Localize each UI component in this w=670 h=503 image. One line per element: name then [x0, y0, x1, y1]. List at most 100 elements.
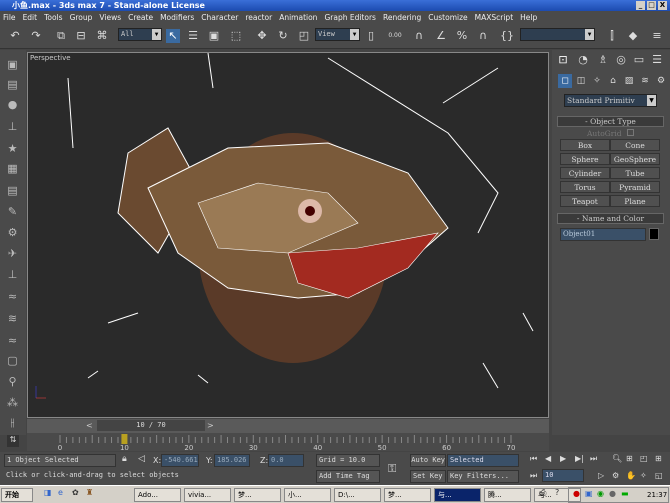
edit-named-selection-icon[interactable]: {}	[500, 29, 514, 43]
qq-icon[interactable]: ●	[573, 489, 580, 498]
close-button[interactable]: X	[658, 1, 667, 10]
zoom-extents-icon[interactable]: ◰	[640, 454, 648, 463]
time-config-icon[interactable]: ⚙	[612, 471, 619, 480]
menu-animation[interactable]: Animation	[279, 11, 317, 24]
taskbar-button[interactable]: vivia...	[184, 488, 231, 502]
create-plane-button[interactable]: Plane	[610, 195, 660, 207]
antivirus-icon[interactable]: ◉	[597, 489, 604, 498]
create-tab-icon[interactable]: ⊡	[556, 53, 570, 67]
create-teapot-button[interactable]: Teapot	[560, 195, 610, 207]
create-cylinder-button[interactable]: Cylinder	[560, 167, 610, 179]
named-selection-dropdown[interactable]: ▼	[520, 28, 595, 41]
start-button[interactable]: 开始	[1, 488, 33, 502]
motion-tab-icon[interactable]: ◎	[614, 53, 628, 67]
category-dropdown[interactable]: Standard Primitiv ▼	[564, 94, 657, 107]
wave-icon[interactable]: ≈	[5, 290, 20, 305]
ie-icon[interactable]: e	[58, 488, 63, 497]
spinner-snap-icon[interactable]: ∩	[476, 29, 490, 43]
quick-launch-icon[interactable]: ◨	[44, 488, 52, 497]
camera-icon[interactable]: ⚙	[5, 226, 20, 241]
x-coordinate-input[interactable]: -540.661	[161, 454, 199, 467]
absolute-mode-icon[interactable]: ◁	[138, 454, 145, 464]
layer-manager-icon[interactable]: ≡	[650, 29, 664, 43]
track-bar[interactable]: 0 10 20 30 40 50 60 70 ⇅	[7, 433, 549, 452]
menu-tools[interactable]: Tools	[44, 11, 62, 24]
key-filters-button[interactable]: Key Filters...	[447, 470, 519, 483]
lights-icon[interactable]: ✧	[590, 74, 604, 88]
create-sphere-button[interactable]: Sphere	[560, 153, 610, 165]
redo-icon[interactable]: ↷	[29, 29, 43, 43]
modify-tab-icon[interactable]: ◔	[576, 53, 590, 67]
space-warps-icon[interactable]: ≋	[638, 74, 652, 88]
y-coordinate-input[interactable]: 185.026	[214, 454, 250, 467]
zoom-icon[interactable]: 🔍︎	[612, 454, 622, 463]
window-crossing-icon[interactable]: ⬚	[229, 29, 243, 43]
create-tube-button[interactable]: Tube	[610, 167, 660, 179]
display-tab-icon[interactable]: ▭	[632, 53, 646, 67]
pan-icon[interactable]: ✋	[626, 471, 636, 480]
set-key-button[interactable]: Set Key	[410, 470, 446, 483]
snap-toggle-icon[interactable]: ∩	[412, 29, 426, 43]
shapes-icon[interactable]: ◫	[574, 74, 588, 88]
menu-rendering[interactable]: Rendering	[383, 11, 421, 24]
create-pyramid-button[interactable]: Pyramid	[610, 181, 660, 193]
selection-filter-dropdown[interactable]: All ▼	[118, 28, 162, 41]
cameras-icon[interactable]: ⌂	[606, 74, 620, 88]
rectangle-selection-icon[interactable]: ▣	[207, 29, 221, 43]
taskbar-button[interactable]: 与...	[434, 488, 481, 502]
key-icon[interactable]: ⚿	[388, 462, 396, 476]
menu-edit[interactable]: Edit	[23, 11, 38, 24]
helper-icon[interactable]: ✈	[5, 247, 20, 262]
taskbar-button[interactable]: D:\...	[334, 488, 381, 502]
network-icon[interactable]: ▣	[585, 489, 593, 498]
lock-icon[interactable]: 🔒︎	[122, 454, 127, 464]
helpers-icon[interactable]: ▨	[622, 74, 636, 88]
menu-graph-editors[interactable]: Graph Editors	[324, 11, 376, 24]
time-slider[interactable]: < 10 / 70 >	[27, 419, 549, 433]
reference-coordinate-dropdown[interactable]: View ▼	[315, 28, 360, 41]
menu-maxscript[interactable]: MAXScript	[475, 11, 514, 24]
slider-next-icon[interactable]: >	[207, 421, 214, 430]
biped-icon[interactable]: ⚲	[5, 375, 20, 390]
select-object-icon[interactable]: ↖	[166, 29, 180, 43]
previous-frame-icon[interactable]: ◀	[545, 454, 551, 463]
select-by-name-icon[interactable]: ☰	[186, 29, 200, 43]
stairs-icon[interactable]: ▦	[5, 162, 20, 177]
help-icon[interactable]: ?	[555, 488, 559, 497]
play-icon[interactable]: ▶	[560, 454, 566, 463]
bone-icon[interactable]: ▢	[5, 354, 20, 369]
menu-reactor[interactable]: reactor	[245, 11, 272, 24]
bind-space-warp-icon[interactable]: ⌘	[95, 29, 109, 43]
box-icon[interactable]: ▣	[5, 58, 20, 73]
menu-views[interactable]: Views	[99, 11, 121, 24]
tray-icon[interactable]: ●	[609, 489, 616, 498]
taskbar-button[interactable]: 小...	[284, 488, 331, 502]
manipulate-icon[interactable]: 0.00	[388, 29, 402, 43]
fish-model[interactable]	[28, 53, 550, 419]
star-icon[interactable]: ★	[5, 142, 20, 157]
next-frame-icon[interactable]: ▶|	[575, 454, 584, 463]
undo-icon[interactable]: ↶	[8, 29, 22, 43]
minimize-button[interactable]: _	[636, 1, 645, 10]
name-color-rollout[interactable]: - Name and Color	[557, 213, 664, 224]
menu-file[interactable]: File	[3, 11, 16, 24]
printer-icon[interactable]: ⎙	[540, 488, 546, 498]
menu-create[interactable]: Create	[128, 11, 153, 24]
light-icon[interactable]: ✎	[5, 205, 20, 220]
menu-group[interactable]: Group	[70, 11, 93, 24]
menu-customize[interactable]: Customize	[428, 11, 467, 24]
taskbar-button[interactable]: Ado...	[134, 488, 181, 502]
unlink-icon[interactable]: ⊟	[74, 29, 88, 43]
app-icon[interactable]: ✿	[72, 488, 79, 497]
cylinder-icon[interactable]: ▤	[5, 78, 20, 93]
game-icon[interactable]: ♜	[86, 488, 93, 497]
slider-prev-icon[interactable]: <	[86, 421, 93, 430]
frame-indicator[interactable]: 10 / 70	[97, 420, 205, 431]
create-cone-button[interactable]: Cone	[610, 139, 660, 151]
curve-editor-icon[interactable]: ⇅	[7, 435, 19, 447]
create-geosphere-button[interactable]: GeoSphere	[610, 153, 660, 165]
field-of-view-icon[interactable]: ▷	[598, 471, 604, 480]
move-icon[interactable]: ✥	[255, 29, 269, 43]
current-frame-input[interactable]: 10	[542, 469, 584, 482]
figure-icon[interactable]: ⫲	[5, 416, 20, 431]
